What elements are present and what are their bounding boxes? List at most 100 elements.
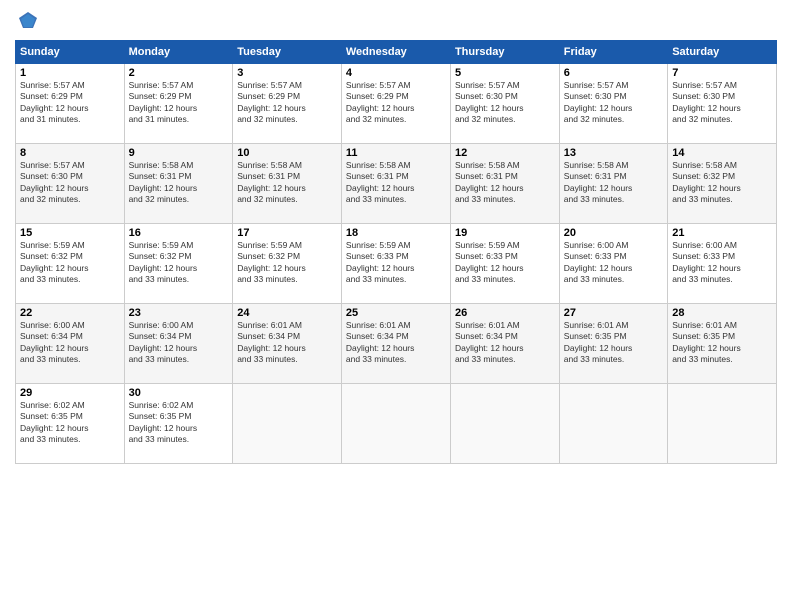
day-info: Sunrise: 5:58 AM Sunset: 6:31 PM Dayligh… <box>455 160 555 206</box>
day-number: 3 <box>237 67 337 79</box>
day-cell <box>450 384 559 464</box>
day-cell: 30Sunrise: 6:02 AM Sunset: 6:35 PM Dayli… <box>124 384 233 464</box>
day-number: 19 <box>455 227 555 239</box>
day-info: Sunrise: 5:57 AM Sunset: 6:30 PM Dayligh… <box>672 80 772 126</box>
day-info: Sunrise: 6:00 AM Sunset: 6:33 PM Dayligh… <box>564 240 663 286</box>
day-number: 17 <box>237 227 337 239</box>
day-info: Sunrise: 6:00 AM Sunset: 6:34 PM Dayligh… <box>129 320 229 366</box>
day-cell: 29Sunrise: 6:02 AM Sunset: 6:35 PM Dayli… <box>16 384 125 464</box>
day-number: 15 <box>20 227 120 239</box>
day-cell <box>341 384 450 464</box>
page: SundayMondayTuesdayWednesdayThursdayFrid… <box>0 0 792 612</box>
day-cell: 24Sunrise: 6:01 AM Sunset: 6:34 PM Dayli… <box>233 304 342 384</box>
logo-flag-icon <box>17 10 39 32</box>
day-cell: 21Sunrise: 6:00 AM Sunset: 6:33 PM Dayli… <box>668 224 777 304</box>
day-number: 25 <box>346 307 446 319</box>
week-row-4: 22Sunrise: 6:00 AM Sunset: 6:34 PM Dayli… <box>16 304 777 384</box>
week-row-2: 8Sunrise: 5:57 AM Sunset: 6:30 PM Daylig… <box>16 144 777 224</box>
day-number: 4 <box>346 67 446 79</box>
week-row-3: 15Sunrise: 5:59 AM Sunset: 6:32 PM Dayli… <box>16 224 777 304</box>
day-number: 1 <box>20 67 120 79</box>
day-info: Sunrise: 6:01 AM Sunset: 6:35 PM Dayligh… <box>564 320 663 366</box>
day-cell: 4Sunrise: 5:57 AM Sunset: 6:29 PM Daylig… <box>341 64 450 144</box>
day-number: 30 <box>129 387 229 399</box>
day-info: Sunrise: 5:57 AM Sunset: 6:29 PM Dayligh… <box>20 80 120 126</box>
day-number: 12 <box>455 147 555 159</box>
day-info: Sunrise: 5:59 AM Sunset: 6:32 PM Dayligh… <box>237 240 337 286</box>
col-header-tuesday: Tuesday <box>233 41 342 64</box>
day-cell: 3Sunrise: 5:57 AM Sunset: 6:29 PM Daylig… <box>233 64 342 144</box>
col-header-wednesday: Wednesday <box>341 41 450 64</box>
day-number: 5 <box>455 67 555 79</box>
day-number: 21 <box>672 227 772 239</box>
logo <box>15 10 39 32</box>
day-cell: 20Sunrise: 6:00 AM Sunset: 6:33 PM Dayli… <box>559 224 667 304</box>
day-cell: 13Sunrise: 5:58 AM Sunset: 6:31 PM Dayli… <box>559 144 667 224</box>
day-cell: 22Sunrise: 6:00 AM Sunset: 6:34 PM Dayli… <box>16 304 125 384</box>
day-number: 10 <box>237 147 337 159</box>
day-cell: 10Sunrise: 5:58 AM Sunset: 6:31 PM Dayli… <box>233 144 342 224</box>
col-header-thursday: Thursday <box>450 41 559 64</box>
day-info: Sunrise: 5:57 AM Sunset: 6:30 PM Dayligh… <box>20 160 120 206</box>
col-header-saturday: Saturday <box>668 41 777 64</box>
day-cell: 23Sunrise: 6:00 AM Sunset: 6:34 PM Dayli… <box>124 304 233 384</box>
day-info: Sunrise: 5:58 AM Sunset: 6:31 PM Dayligh… <box>129 160 229 206</box>
day-info: Sunrise: 6:00 AM Sunset: 6:33 PM Dayligh… <box>672 240 772 286</box>
day-cell: 11Sunrise: 5:58 AM Sunset: 6:31 PM Dayli… <box>341 144 450 224</box>
day-cell <box>668 384 777 464</box>
day-cell: 14Sunrise: 5:58 AM Sunset: 6:32 PM Dayli… <box>668 144 777 224</box>
day-number: 23 <box>129 307 229 319</box>
header-row: SundayMondayTuesdayWednesdayThursdayFrid… <box>16 41 777 64</box>
day-cell: 15Sunrise: 5:59 AM Sunset: 6:32 PM Dayli… <box>16 224 125 304</box>
col-header-monday: Monday <box>124 41 233 64</box>
day-info: Sunrise: 5:57 AM Sunset: 6:30 PM Dayligh… <box>455 80 555 126</box>
day-number: 27 <box>564 307 663 319</box>
day-info: Sunrise: 6:01 AM Sunset: 6:34 PM Dayligh… <box>237 320 337 366</box>
day-info: Sunrise: 6:02 AM Sunset: 6:35 PM Dayligh… <box>20 400 120 446</box>
day-info: Sunrise: 5:59 AM Sunset: 6:32 PM Dayligh… <box>20 240 120 286</box>
day-info: Sunrise: 5:58 AM Sunset: 6:31 PM Dayligh… <box>564 160 663 206</box>
day-cell: 1Sunrise: 5:57 AM Sunset: 6:29 PM Daylig… <box>16 64 125 144</box>
day-cell: 16Sunrise: 5:59 AM Sunset: 6:32 PM Dayli… <box>124 224 233 304</box>
day-info: Sunrise: 5:57 AM Sunset: 6:29 PM Dayligh… <box>129 80 229 126</box>
day-cell: 19Sunrise: 5:59 AM Sunset: 6:33 PM Dayli… <box>450 224 559 304</box>
day-info: Sunrise: 6:00 AM Sunset: 6:34 PM Dayligh… <box>20 320 120 366</box>
day-cell: 7Sunrise: 5:57 AM Sunset: 6:30 PM Daylig… <box>668 64 777 144</box>
day-info: Sunrise: 6:02 AM Sunset: 6:35 PM Dayligh… <box>129 400 229 446</box>
day-cell: 8Sunrise: 5:57 AM Sunset: 6:30 PM Daylig… <box>16 144 125 224</box>
calendar-body: 1Sunrise: 5:57 AM Sunset: 6:29 PM Daylig… <box>16 64 777 464</box>
calendar-header: SundayMondayTuesdayWednesdayThursdayFrid… <box>16 41 777 64</box>
day-info: Sunrise: 5:59 AM Sunset: 6:32 PM Dayligh… <box>129 240 229 286</box>
day-number: 9 <box>129 147 229 159</box>
day-number: 22 <box>20 307 120 319</box>
header <box>15 10 777 32</box>
day-cell: 9Sunrise: 5:58 AM Sunset: 6:31 PM Daylig… <box>124 144 233 224</box>
day-number: 7 <box>672 67 772 79</box>
day-number: 24 <box>237 307 337 319</box>
day-number: 13 <box>564 147 663 159</box>
day-number: 28 <box>672 307 772 319</box>
day-cell: 26Sunrise: 6:01 AM Sunset: 6:34 PM Dayli… <box>450 304 559 384</box>
day-number: 14 <box>672 147 772 159</box>
day-info: Sunrise: 5:58 AM Sunset: 6:31 PM Dayligh… <box>346 160 446 206</box>
day-cell: 28Sunrise: 6:01 AM Sunset: 6:35 PM Dayli… <box>668 304 777 384</box>
day-cell: 2Sunrise: 5:57 AM Sunset: 6:29 PM Daylig… <box>124 64 233 144</box>
day-info: Sunrise: 5:58 AM Sunset: 6:32 PM Dayligh… <box>672 160 772 206</box>
day-number: 29 <box>20 387 120 399</box>
day-info: Sunrise: 5:57 AM Sunset: 6:29 PM Dayligh… <box>346 80 446 126</box>
week-row-5: 29Sunrise: 6:02 AM Sunset: 6:35 PM Dayli… <box>16 384 777 464</box>
day-info: Sunrise: 5:59 AM Sunset: 6:33 PM Dayligh… <box>346 240 446 286</box>
day-cell: 27Sunrise: 6:01 AM Sunset: 6:35 PM Dayli… <box>559 304 667 384</box>
day-cell: 12Sunrise: 5:58 AM Sunset: 6:31 PM Dayli… <box>450 144 559 224</box>
day-info: Sunrise: 6:01 AM Sunset: 6:34 PM Dayligh… <box>346 320 446 366</box>
day-number: 26 <box>455 307 555 319</box>
day-number: 16 <box>129 227 229 239</box>
week-row-1: 1Sunrise: 5:57 AM Sunset: 6:29 PM Daylig… <box>16 64 777 144</box>
day-info: Sunrise: 6:01 AM Sunset: 6:34 PM Dayligh… <box>455 320 555 366</box>
day-number: 20 <box>564 227 663 239</box>
day-cell: 6Sunrise: 5:57 AM Sunset: 6:30 PM Daylig… <box>559 64 667 144</box>
day-number: 11 <box>346 147 446 159</box>
day-number: 18 <box>346 227 446 239</box>
day-info: Sunrise: 5:57 AM Sunset: 6:30 PM Dayligh… <box>564 80 663 126</box>
col-header-sunday: Sunday <box>16 41 125 64</box>
